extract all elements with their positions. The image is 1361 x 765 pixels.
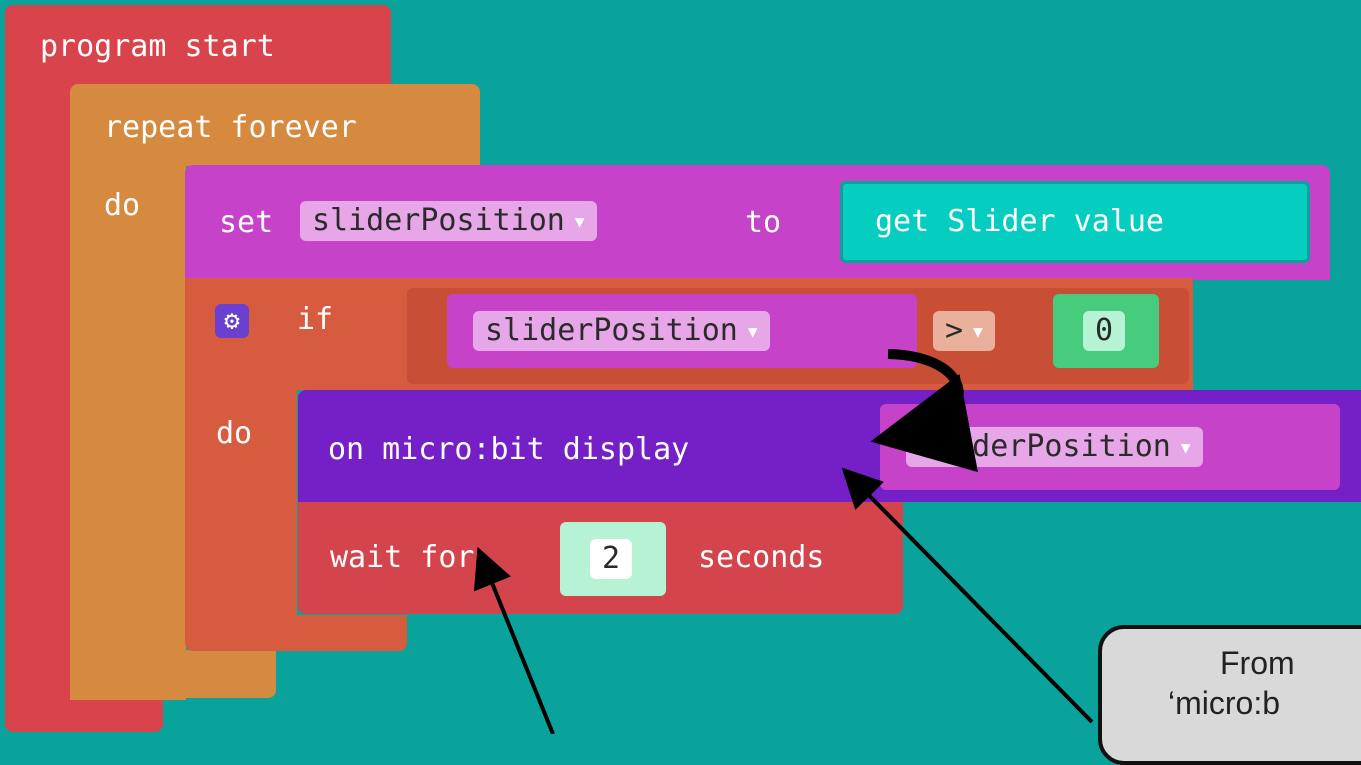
repeat-forever-label: repeat forever (104, 110, 357, 145)
compare-variable-name: sliderPosition (485, 313, 738, 348)
annotation-callout: From ‘micro:b (1098, 625, 1361, 765)
number-block[interactable]: 0 (1053, 294, 1159, 368)
microbit-display-label: on micro:bit display (328, 432, 690, 467)
if-label: if (297, 302, 334, 337)
compare-variable-block[interactable]: sliderPosition ▼ (447, 294, 917, 368)
set-variable-dropdown[interactable]: sliderPosition ▼ (300, 201, 597, 241)
if-block[interactable]: ⚙ if sliderPosition ▼ > ▼ 0 (185, 278, 1193, 390)
get-slider-value-block[interactable]: get Slider value (840, 181, 1310, 263)
display-variable-name: sliderPosition (918, 429, 1171, 464)
dropdown-arrow-icon: ▼ (574, 211, 585, 231)
set-variable-name: sliderPosition (312, 203, 565, 238)
operator-dropdown[interactable]: > ▼ (933, 311, 995, 351)
if-do-label: do (216, 416, 253, 451)
dropdown-arrow-icon: ▼ (747, 321, 758, 341)
wait-block[interactable]: wait for 2 seconds (298, 502, 903, 614)
gear-icon[interactable]: ⚙ (215, 304, 249, 338)
repeat-forever-block[interactable]: repeat forever (70, 84, 480, 166)
callout-line-2: ‘micro:b (1168, 685, 1281, 721)
compare-variable-dropdown[interactable]: sliderPosition ▼ (473, 311, 770, 351)
program-start-label: program start (40, 29, 275, 64)
seconds-value[interactable]: 2 (590, 539, 633, 579)
dropdown-arrow-icon: ▼ (973, 321, 983, 341)
operator-symbol: > (945, 313, 964, 348)
repeat-forever-footer (70, 650, 276, 698)
microbit-display-block[interactable]: on micro:bit display sliderPosition ▼ (298, 390, 1361, 502)
number-value[interactable]: 0 (1083, 311, 1126, 351)
program-start-block[interactable]: program start (5, 5, 391, 87)
program-start-footer (5, 700, 163, 732)
set-label: set (219, 205, 274, 240)
display-variable-dropdown[interactable]: sliderPosition ▼ (906, 427, 1203, 467)
repeat-do-label: do (104, 188, 141, 223)
set-variable-block[interactable]: set sliderPosition ▼ to get Slider value (185, 165, 1330, 280)
callout-line-1: From (1220, 645, 1295, 681)
to-label: to (745, 205, 782, 240)
wait-for-label: wait for (330, 540, 475, 575)
seconds-label: seconds (698, 540, 825, 575)
seconds-number-block[interactable]: 2 (560, 522, 666, 596)
get-slider-value-label: get Slider value (875, 204, 1164, 239)
if-footer (185, 615, 407, 651)
display-variable-block[interactable]: sliderPosition ▼ (880, 404, 1340, 490)
repeat-forever-body (70, 160, 186, 700)
dropdown-arrow-icon: ▼ (1180, 437, 1191, 457)
program-start-body (5, 80, 73, 732)
